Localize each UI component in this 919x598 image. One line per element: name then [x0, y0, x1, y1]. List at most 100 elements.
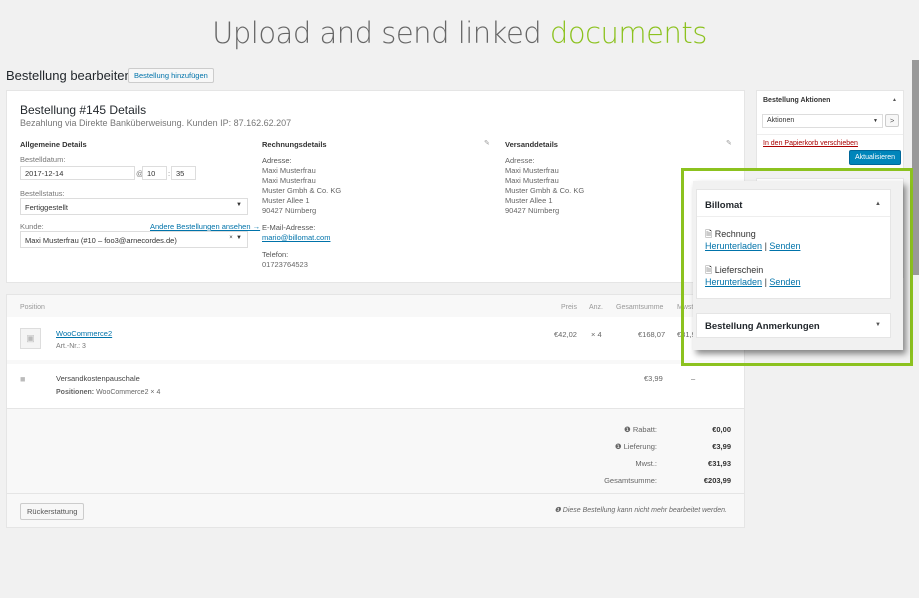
shipping-address-line: 90427 Nürnberg: [505, 206, 560, 215]
chevron-down-icon: ▼: [236, 202, 242, 208]
billomat-title: Billomat: [705, 200, 743, 211]
grand-total-label: Gesamtsumme:: [604, 476, 657, 485]
help-icon[interactable]: ❶: [615, 442, 622, 451]
shipping-total: €3,99: [644, 374, 663, 383]
status-select[interactable]: Fertiggestellt ▼: [20, 198, 248, 215]
update-button[interactable]: Aktualisieren: [849, 150, 902, 165]
expand-icon[interactable]: ▼: [875, 322, 881, 328]
locked-note: Diese Bestellung kann nicht mehr bearbei…: [562, 507, 727, 514]
col-qty: Anz.: [589, 304, 604, 311]
product-total: €168,07: [638, 330, 666, 339]
billing-address-line: Maxi Musterfrau: [262, 176, 316, 185]
apply-action-button[interactable]: >: [885, 114, 900, 127]
collapse-icon[interactable]: ▲: [892, 97, 897, 103]
product-link[interactable]: WooCommerce2: [56, 329, 112, 338]
billing-details: Adresse: Maxi Musterfrau Maxi Musterfrau…: [262, 156, 462, 270]
date-input[interactable]: 2017-12-14: [20, 166, 135, 180]
billing-address-line: Muster Allee 1: [262, 196, 310, 205]
billing-address-line: 90427 Nürnberg: [262, 206, 317, 215]
shipping-address-line: Maxi Musterfrau: [505, 166, 559, 175]
order-title: Bestellung #145 Details: [20, 103, 147, 117]
totals-values: €0,00 €3,99 €31,93 €203,99: [667, 421, 731, 489]
totals-label-delivery: ❶ Lieferung:: [547, 438, 657, 455]
order-notes-box[interactable]: Bestellung Anmerkungen ▼: [696, 313, 891, 338]
col-price: Preis: [561, 304, 577, 311]
customer-select[interactable]: Maxi Musterfrau (#10 – foo3@arnecordes.d…: [20, 231, 248, 248]
delivery-note-download-link[interactable]: Herunterladen: [705, 277, 762, 287]
date-label: Bestelldatum:: [20, 155, 66, 164]
add-order-button[interactable]: Bestellung hinzufügen: [128, 68, 214, 83]
shipping-address-line: Muster Gmbh & Co. KG: [505, 186, 585, 195]
actions-select[interactable]: Aktionen ▼: [762, 114, 883, 128]
edit-billing-icon[interactable]: ✎: [484, 139, 490, 147]
document-icon: 🗎: [705, 265, 713, 275]
edit-shipping-icon[interactable]: ✎: [726, 139, 732, 147]
product-row: ▣ WooCommerce2 Art.-Nr.: 3 €42,02 × 4 €1…: [7, 317, 744, 360]
order-actions-box: Bestellung Aktionen ▲ Aktionen ▼ > In den…: [756, 90, 904, 170]
product-price: €42,02: [554, 330, 577, 339]
hero-heading: Upload and send linked documents: [0, 16, 919, 50]
billomat-box: Billomat ▲ 🗎 Rechnung Herunterladen | Se…: [696, 189, 891, 299]
hour-input[interactable]: 10: [142, 166, 167, 180]
delivery-note-send-link[interactable]: Senden: [769, 277, 800, 287]
tax-value: €31,93: [708, 459, 731, 468]
totals-labels: ❶ Rabatt: ❶ Lieferung: Mwst.: Gesamtsumm…: [547, 421, 657, 489]
grand-total-value: €203,99: [703, 476, 731, 485]
discount-label: Rabatt:: [632, 425, 657, 434]
delivery-value: €3,99: [712, 442, 731, 451]
shipping-name: Versandkostenpauschale: [56, 374, 140, 383]
billing-address-line: Maxi Musterfrau: [262, 166, 316, 175]
delivery-label: Lieferung:: [623, 442, 657, 451]
link-separator: |: [764, 241, 767, 251]
shipping-address-line: Muster Allee 1: [505, 196, 553, 205]
document-icon: 🗎: [705, 229, 713, 239]
shipping-address-label: Adresse:: [505, 156, 535, 165]
other-orders-link[interactable]: Andere Bestellungen ansehen →: [150, 222, 260, 231]
help-icon[interactable]: ❶: [624, 425, 631, 434]
status-label: Bestellstatus:: [20, 189, 65, 198]
collapse-icon[interactable]: ▲: [875, 201, 881, 207]
tax-label: Mwst.:: [635, 459, 657, 468]
order-items-panel: Position Preis Anz. Gesamtsumme Mwst. ▣ …: [6, 294, 745, 528]
order-subtitle: Bezahlung via Direkte Banküberweisung. K…: [20, 118, 292, 128]
invoice-send-link[interactable]: Senden: [769, 241, 800, 251]
shipping-address-line: Maxi Musterfrau: [505, 176, 559, 185]
product-image-icon: ▣: [20, 328, 41, 349]
order-details-panel: Bestellung #145 Details Bezahlung via Di…: [6, 90, 745, 283]
invoice-download-link[interactable]: Herunterladen: [705, 241, 762, 251]
invoice-name: Rechnung: [714, 229, 756, 239]
shipping-row: ■ Versandkostenpauschale Positionen: Woo…: [7, 364, 744, 408]
shipping-heading: Versanddetails: [505, 140, 558, 149]
customer-value: Maxi Musterfrau (#10 – foo3@arnecordes.d…: [25, 236, 177, 245]
phone-value: 01723764523: [262, 260, 308, 269]
product-sku: Art.-Nr.: 3: [56, 343, 86, 350]
email-link[interactable]: mario@billomat.com: [262, 233, 462, 243]
billing-heading: Rechnungsdetails: [262, 140, 327, 149]
scrollbar[interactable]: [912, 60, 919, 275]
general-heading: Allgemeine Details: [20, 140, 87, 149]
positions-value: WooCommerce2 × 4: [96, 389, 161, 396]
shipping-tax: –: [691, 374, 696, 383]
hero-text: Upload and send linked: [212, 16, 542, 50]
positions-label: Positionen:: [56, 389, 95, 396]
minute-input[interactable]: 35: [171, 166, 196, 180]
time-separator: :: [168, 169, 171, 178]
billing-address-label: Adresse:: [262, 156, 292, 165]
delivery-note-name: Lieferschein: [714, 265, 764, 275]
actions-select-value: Aktionen: [767, 117, 795, 124]
actions-title: Bestellung Aktionen: [763, 97, 831, 104]
order-notes-title: Bestellung Anmerkungen: [705, 321, 820, 332]
page-title: Bestellung bearbeiten: [6, 68, 132, 83]
billing-address-line: Muster Gmbh & Co. KG: [262, 186, 342, 195]
chevron-down-icon: ▼: [873, 118, 878, 124]
customer-label: Kunde:: [20, 222, 44, 231]
product-qty: × 4: [591, 330, 602, 339]
clear-and-chevron-icon[interactable]: × ▼: [229, 235, 242, 241]
email-label: E-Mail-Adresse:: [262, 223, 316, 232]
col-position: Position: [20, 304, 45, 311]
trash-link[interactable]: In den Papierkorb verschieben: [763, 140, 858, 147]
link-separator: |: [764, 277, 767, 287]
billomat-popout: Billomat ▲ 🗎 Rechnung Herunterladen | Se…: [693, 181, 903, 350]
status-value: Fertiggestellt: [25, 203, 68, 212]
refund-button[interactable]: Rückerstattung: [20, 503, 85, 520]
